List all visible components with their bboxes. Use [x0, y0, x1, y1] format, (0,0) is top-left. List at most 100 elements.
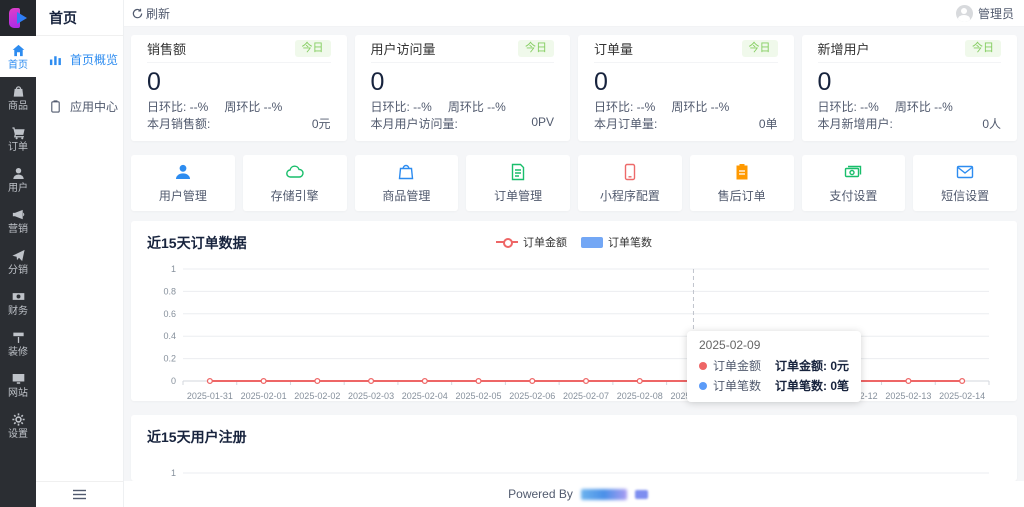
tooltip-series-value: 订单金额: 0元: [775, 357, 849, 374]
svg-text:2025-02-01: 2025-02-01: [241, 391, 287, 401]
marketing-icon: [11, 207, 26, 222]
week-ratio: 周环比 --%: [448, 98, 506, 115]
chart-legend[interactable]: 订单金额 订单笔数: [496, 234, 652, 250]
user-icon: [173, 162, 193, 182]
document-icon: [508, 162, 528, 182]
users-icon: [11, 166, 26, 181]
rail-item-label: 财务: [8, 307, 28, 317]
svg-text:1: 1: [171, 468, 176, 478]
stat-value: 0: [594, 69, 778, 97]
legend-label: 订单金额: [523, 234, 567, 250]
sidebar-collapse-button[interactable]: [36, 481, 123, 507]
apps-icon: [49, 100, 62, 113]
shortcut-row: 用户管理 存储引擎 商品管理 订单管理 小程序配置: [131, 155, 1017, 211]
shortcut-aftersale-orders[interactable]: 售后订单: [690, 155, 794, 211]
red-dot-icon: [699, 362, 707, 370]
finance-icon: [11, 289, 26, 304]
stat-card-row: 销售额今日 0 日环比: --%周环比 --% 本月销售额:0元 用户访问量今日…: [131, 35, 1017, 141]
rail-item-label: 营销: [8, 225, 28, 235]
shortcut-order-management[interactable]: 订单管理: [466, 155, 570, 211]
stat-value: 0: [371, 69, 555, 97]
stat-card-sales: 销售额今日 0 日环比: --%周环比 --% 本月销售额:0元: [131, 35, 347, 141]
svg-text:0: 0: [171, 376, 176, 386]
rail-item-website[interactable]: 网站: [0, 364, 36, 405]
rail-item-home[interactable]: 首页: [0, 36, 36, 77]
stat-title: 销售额: [147, 39, 186, 58]
stat-card-visits: 用户访问量今日 0 日环比: --%周环比 --% 本月用户访问量:0PV: [355, 35, 571, 141]
legend-item-amount[interactable]: 订单金额: [496, 234, 567, 250]
tooltip-series-name: 订单金额: [713, 357, 761, 374]
logo-play-icon: [17, 12, 27, 24]
month-label: 本月新增用户:: [818, 115, 893, 132]
shortcut-sms-settings[interactable]: 短信设置: [913, 155, 1017, 211]
stat-card-orders: 订单量今日 0 日环比: --%周环比 --% 本月订单量:0单: [578, 35, 794, 141]
month-label: 本月订单量:: [594, 115, 657, 132]
rail-item-settings[interactable]: 设置: [0, 405, 36, 446]
svg-text:2025-02-08: 2025-02-08: [617, 391, 663, 401]
rail-item-distribution[interactable]: 分销: [0, 241, 36, 282]
sidebar-spacer: [36, 130, 123, 481]
rail-item-label: 订单: [8, 143, 28, 153]
decorate-icon: [11, 330, 26, 345]
svg-text:0.2: 0.2: [163, 354, 176, 364]
stat-title: 订单量: [594, 39, 633, 58]
shortcut-label: 支付设置: [829, 187, 877, 204]
powered-by-text: Powered By: [508, 487, 573, 501]
mail-icon: [955, 162, 975, 182]
legend-item-count[interactable]: 订单笔数: [581, 234, 652, 250]
tooltip-series-name: 订单笔数: [713, 377, 761, 394]
svg-text:0.6: 0.6: [163, 309, 176, 319]
shortcut-goods-management[interactable]: 商品管理: [355, 155, 459, 211]
shortcut-user-management[interactable]: 用户管理: [131, 155, 235, 211]
rail-item-users[interactable]: 用户: [0, 159, 36, 200]
rail-item-orders[interactable]: 订单: [0, 118, 36, 159]
day-ratio: 日环比: --%: [147, 98, 208, 115]
rail-item-finance[interactable]: 财务: [0, 282, 36, 323]
order-chart-canvas[interactable]: 00.20.40.60.812025-01-312025-02-012025-0…: [147, 261, 1001, 407]
avatar: [956, 5, 973, 22]
rail-item-goods[interactable]: 商品: [0, 77, 36, 118]
distribution-icon: [11, 248, 26, 263]
subnav-item-label: 应用中心: [70, 98, 118, 115]
shortcut-label: 订单管理: [494, 187, 542, 204]
stat-title: 用户访问量: [371, 39, 436, 58]
rail-item-decorate[interactable]: 装修: [0, 323, 36, 364]
phone-icon: [620, 162, 640, 182]
subnav-item-label: 首页概览: [70, 51, 118, 68]
month-value: 0单: [759, 115, 778, 132]
day-ratio: 日环比: --%: [818, 98, 879, 115]
svg-text:2025-02-02: 2025-02-02: [294, 391, 340, 401]
stat-value: 0: [818, 69, 1002, 97]
svg-text:2025-02-14: 2025-02-14: [939, 391, 985, 401]
refresh-label: 刷新: [146, 5, 170, 22]
rail-item-marketing[interactable]: 营销: [0, 200, 36, 241]
subnav-item-appcenter[interactable]: 应用中心: [36, 83, 123, 130]
rail-item-label: 装修: [8, 348, 28, 358]
register-chart-canvas[interactable]: 1: [147, 455, 1001, 481]
admin-menu[interactable]: 管理员: [956, 5, 1014, 22]
stat-card-new-users: 新增用户今日 0 日环比: --%周环比 --% 本月新增用户:0人: [802, 35, 1018, 141]
line-marker-icon: [496, 237, 518, 247]
shortcut-storage-engine[interactable]: 存储引擎: [243, 155, 347, 211]
clipboard-icon: [732, 162, 752, 182]
app-logo[interactable]: [0, 0, 36, 36]
today-badge: 今日: [742, 40, 778, 57]
svg-text:2025-01-31: 2025-01-31: [187, 391, 233, 401]
svg-text:2025-02-13: 2025-02-13: [885, 391, 931, 401]
svg-text:0.4: 0.4: [163, 331, 176, 341]
today-badge: 今日: [295, 40, 331, 57]
goods-icon: [11, 84, 26, 99]
bag-icon: [396, 162, 416, 182]
today-badge: 今日: [518, 40, 554, 57]
refresh-button[interactable]: 刷新: [132, 5, 170, 22]
day-ratio: 日环比: --%: [371, 98, 432, 115]
chart-bar-icon: [49, 53, 62, 66]
shortcut-label: 短信设置: [941, 187, 989, 204]
shortcut-label: 商品管理: [382, 187, 430, 204]
subnav-item-overview[interactable]: 首页概览: [36, 36, 123, 83]
refresh-icon: [132, 8, 143, 19]
blue-dot-icon: [699, 382, 707, 390]
shortcut-label: 小程序配置: [600, 187, 660, 204]
shortcut-miniprogram-config[interactable]: 小程序配置: [578, 155, 682, 211]
shortcut-payment-settings[interactable]: 支付设置: [802, 155, 906, 211]
